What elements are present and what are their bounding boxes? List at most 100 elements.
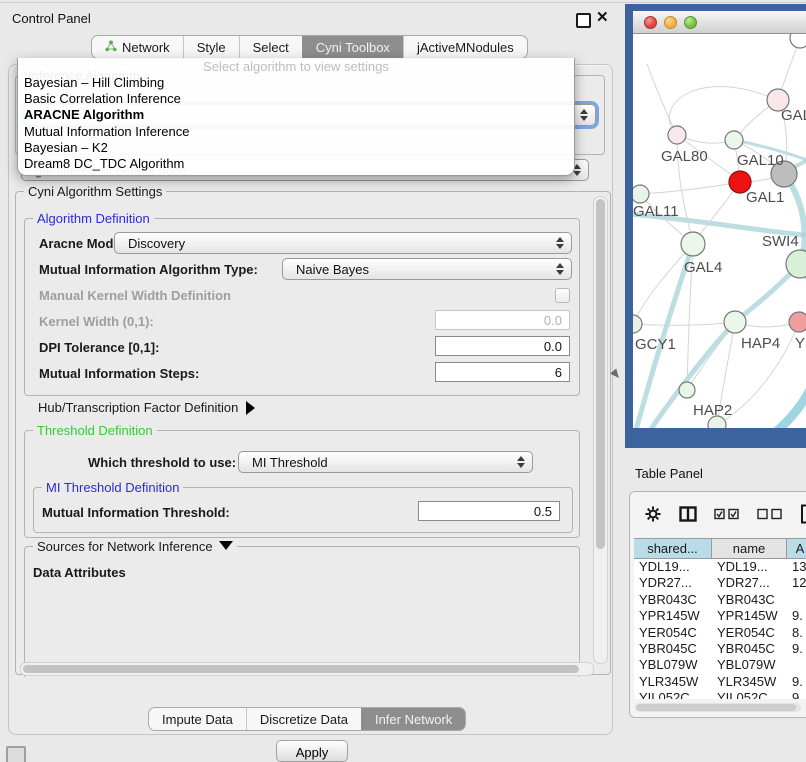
table-row[interactable]: YBR043CYBR043C (634, 592, 806, 608)
dock-panel-icon[interactable] (6, 746, 26, 762)
node-label: Y (795, 335, 805, 352)
network-edge[interactable] (647, 64, 677, 135)
table-cell: YBL079W (712, 657, 787, 673)
table-row[interactable]: YBL079WYBL079W (634, 657, 806, 673)
network-edge[interactable] (633, 322, 735, 325)
hub-definition-toggle[interactable]: Hub/Transcription Factor Definition (38, 400, 255, 415)
network-node[interactable] (790, 34, 806, 48)
network-node[interactable] (724, 311, 746, 333)
sources-group-title[interactable]: Sources for Network Inference (33, 539, 237, 554)
network-node[interactable] (668, 126, 686, 144)
mi-type-value: Naive Bayes (296, 262, 369, 277)
hub-definition-label: Hub/Transcription Factor Definition (38, 400, 238, 415)
node-label: GAL4 (684, 259, 722, 276)
algorithm-option[interactable]: Bayesian – K2 (18, 140, 574, 156)
control-panel-tabs: Network Style Select Cyni ToolboxjActiveMNo… (91, 35, 528, 59)
network-node[interactable] (789, 312, 806, 332)
algorithm-option[interactable]: Bayesian – Hill Climbing (18, 75, 574, 91)
kernel-width-field[interactable]: 0.0 (435, 310, 570, 330)
node-label: GAL11 (633, 203, 679, 220)
algorithm-option[interactable]: ARACNE Algorithm (18, 107, 574, 123)
node-label: HAP4 (741, 335, 780, 352)
manual-kernel-checkbox[interactable] (555, 288, 570, 303)
tab-jactivemnodules[interactable]: jActiveMNodules (403, 36, 527, 58)
network-canvas[interactable]: GALGAL80GAL10GAL1GAL11SWI4GAL4GCY1HAP4YH… (633, 34, 806, 428)
tab-style[interactable]: Style (183, 36, 239, 58)
bottom-tabs: Impute DataDiscretize DataInfer Network (148, 707, 466, 731)
table-cell: 9. (787, 641, 806, 657)
table-cell: YER054C (712, 625, 787, 641)
tab-impute-data[interactable]: Impute Data (149, 708, 246, 730)
table-cell: YDL19... (712, 559, 787, 575)
document-icon[interactable] (800, 504, 806, 524)
deselect-all-checks-icon[interactable] (757, 508, 783, 520)
table-row[interactable]: YIL052CYIL052C9 (634, 690, 806, 699)
algorithm-option[interactable]: Dream8 DC_TDC Algorithm (18, 156, 574, 172)
table-row[interactable]: YBR045CYBR045C9. (634, 641, 806, 657)
table-row[interactable]: YDL19...YDL19...13 (634, 559, 806, 575)
minimize-window-icon[interactable] (664, 16, 677, 29)
table-panel: shared...nameA YDL19...YDL19...13YDR27..… (629, 491, 806, 718)
tab-discretize-data[interactable]: Discretize Data (246, 708, 361, 730)
table-cell: 12 (787, 575, 806, 591)
close-window-icon[interactable] (644, 16, 657, 29)
node-table[interactable]: shared...nameA YDL19...YDL19...13YDR27..… (634, 538, 806, 699)
table-cell: YPR145W (634, 608, 712, 624)
mi-steps-field[interactable]: 6 (435, 362, 570, 382)
algorithm-list: Bayesian – Hill ClimbingBasic Correlatio… (18, 75, 574, 172)
aracne-mode-combo[interactable]: Discovery (114, 232, 572, 254)
zoom-window-icon[interactable] (684, 16, 697, 29)
select-all-checks-icon[interactable] (714, 508, 740, 520)
table-row[interactable]: YLR345WYLR345W9. (634, 674, 806, 690)
table-row[interactable]: YER054CYER054C8. (634, 625, 806, 641)
algorithm-definition-group: Algorithm Definition Aracne Mode: Discov… (24, 218, 580, 396)
threshold-definition-title: Threshold Definition (33, 423, 157, 438)
table-cell: YBR045C (712, 641, 787, 657)
float-panel-icon[interactable] (576, 13, 591, 28)
data-attributes-label: Data Attributes (33, 565, 126, 580)
table-cell: YLR345W (712, 674, 787, 690)
table-row[interactable]: YDR27...YDR27...12 (634, 575, 806, 591)
tab-label: Select (253, 40, 289, 55)
tab-select[interactable]: Select (239, 36, 302, 58)
network-edge[interactable] (687, 322, 735, 390)
node-label: HAP2 (693, 402, 732, 419)
column-header-name[interactable]: name (712, 539, 787, 558)
collapse-down-icon (219, 541, 233, 550)
algorithm-option[interactable]: Basic Correlation Inference (18, 91, 574, 107)
columns-icon[interactable] (679, 506, 697, 522)
column-header-A[interactable]: A (787, 539, 806, 558)
mi-type-combo[interactable]: Naive Bayes (282, 258, 572, 280)
algorithm-option[interactable]: Mutual Information Inference (18, 124, 574, 140)
network-node[interactable] (725, 131, 743, 149)
network-edge[interactable] (640, 182, 740, 194)
tab-label: Network (122, 40, 170, 55)
apply-button[interactable]: Apply (276, 740, 348, 762)
network-node[interactable] (633, 315, 642, 333)
settings-horizontal-scrollbar[interactable] (20, 662, 594, 676)
close-panel-icon[interactable]: ✕ (596, 8, 609, 26)
table-horizontal-scrollbar[interactable] (635, 703, 801, 712)
gear-icon[interactable] (644, 505, 662, 523)
mi-threshold-field[interactable]: 0.5 (418, 501, 560, 521)
network-edge[interactable] (669, 87, 778, 135)
tab-cyni-toolbox[interactable]: Cyni Toolbox (302, 36, 403, 58)
dpi-tolerance-field[interactable]: 0.0 (435, 336, 570, 356)
settings-vertical-scrollbar[interactable] (593, 196, 608, 664)
combo-stepper-icon (556, 237, 564, 249)
which-threshold-combo[interactable]: MI Threshold (238, 451, 533, 473)
which-threshold-label: Which threshold to use: (88, 455, 236, 470)
table-panel-title: Table Panel (635, 466, 703, 481)
column-header-shared[interactable]: shared... (634, 539, 712, 558)
mi-threshold-group: MI Threshold Definition Mutual Informati… (33, 487, 573, 533)
mi-type-label: Mutual Information Algorithm Type: (39, 262, 258, 277)
tab-infer-network[interactable]: Infer Network (361, 708, 465, 730)
network-window-titlebar[interactable] (633, 11, 806, 34)
table-cell: 8. (787, 625, 806, 641)
network-edge[interactable] (633, 244, 693, 324)
table-row[interactable]: YPR145WYPR145W9. (634, 608, 806, 624)
network-node[interactable] (633, 185, 649, 203)
network-node[interactable] (679, 382, 695, 398)
tab-network[interactable]: Network (92, 36, 183, 58)
network-node[interactable] (681, 232, 705, 256)
